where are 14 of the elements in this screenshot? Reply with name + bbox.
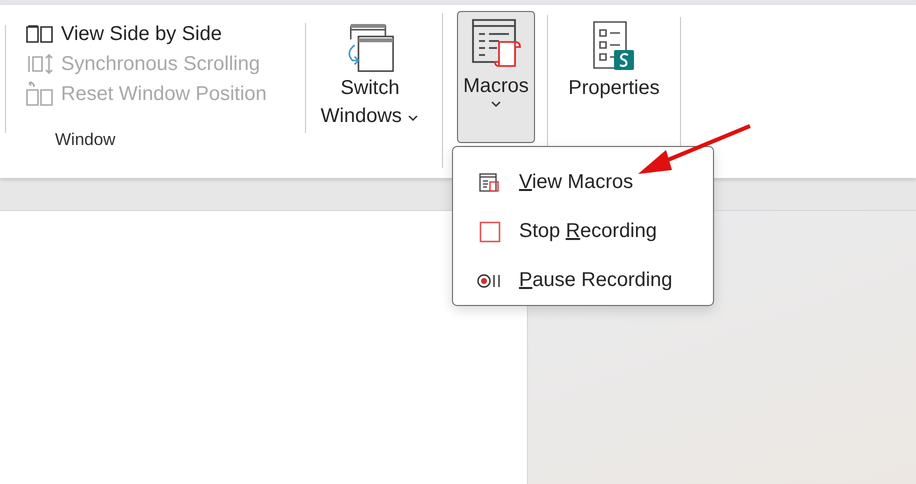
menu-item[interactable]: Pause Recording <box>453 256 713 305</box>
properties-button[interactable]: Properties <box>554 11 674 131</box>
menu-item[interactable]: Stop Recording <box>453 207 713 256</box>
menu-item[interactable]: View Macros <box>453 158 713 207</box>
switch-windows-button[interactable]: Switch Windows <box>312 11 428 131</box>
ribbon-command[interactable]: View Side by Side <box>25 21 305 47</box>
macros-button[interactable]: Macros <box>457 11 535 143</box>
synchronous-scrolling-icon <box>25 52 55 76</box>
group-label: Window <box>55 130 116 150</box>
caret-icon <box>490 100 502 108</box>
caret-icon <box>407 114 420 122</box>
side-by-side-icon <box>25 24 55 44</box>
stop-square-icon <box>479 220 501 242</box>
reset-position-icon <box>25 81 55 107</box>
